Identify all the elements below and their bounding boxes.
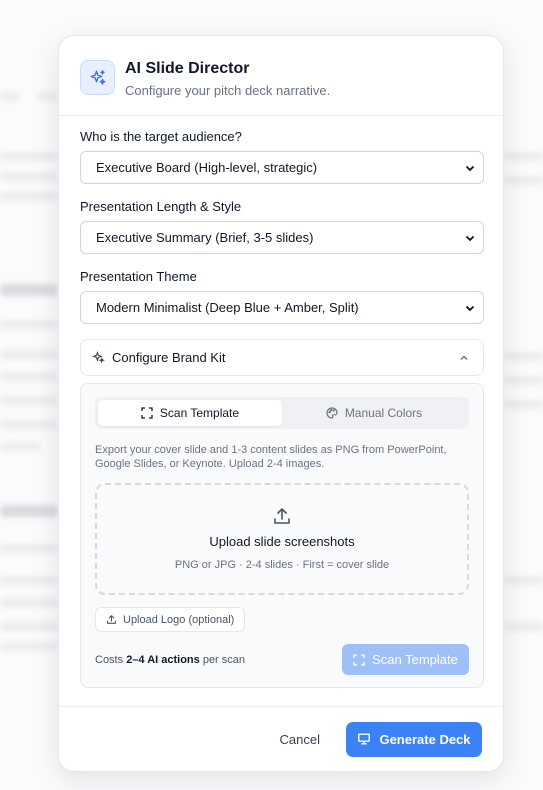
audience-label: Who is the target audience? [80, 129, 242, 144]
scan-help-text: Export your cover slide and 1-3 content … [95, 444, 447, 470]
scan-icon [141, 407, 153, 419]
length-style-select-value: Executive Summary (Brief, 3-5 slides) [96, 230, 314, 245]
scan-template-button-label: Scan Template [372, 652, 458, 667]
brand-kit-panel: Scan Template Manual Colors Export your … [80, 383, 484, 688]
cancel-button[interactable]: Cancel [280, 732, 320, 747]
length-style-select[interactable]: Executive Summary (Brief, 3-5 slides) [80, 221, 484, 254]
cost-prefix: Costs [95, 653, 127, 666]
cost-suffix: per scan [199, 653, 246, 666]
generate-deck-label: Generate Deck [379, 731, 471, 747]
tab-scan-template-label: Scan Template [159, 406, 240, 420]
cost-amount: 2–4 AI actions [126, 653, 200, 666]
scan-cost-text: Costs 2–4 AI actions per scan [95, 654, 245, 666]
upload-icon [274, 508, 290, 524]
chevron-down-icon [465, 235, 475, 241]
tab-manual-colors[interactable]: Manual Colors [282, 400, 466, 426]
screenshot-dropzone[interactable]: Upload slide screenshots PNG or JPG · 2-… [95, 483, 469, 595]
modal-subtitle: Configure your pitch deck narrative. [125, 83, 331, 98]
brand-kit-toggle-label: Configure Brand Kit [112, 350, 226, 365]
chevron-up-icon [460, 355, 468, 360]
dropzone-title: Upload slide screenshots [209, 534, 355, 549]
chevron-down-icon [465, 165, 475, 171]
sparkles-icon [80, 60, 115, 95]
tab-manual-colors-label: Manual Colors [344, 406, 423, 420]
theme-select-value: Modern Minimalist (Deep Blue + Amber, Sp… [96, 300, 359, 315]
scan-template-button[interactable]: Scan Template [342, 644, 469, 675]
chevron-down-icon [465, 305, 475, 311]
dropzone-subtitle: PNG or JPG · 2-4 slides · First = cover … [174, 559, 390, 571]
brand-kit-tabs: Scan Template Manual Colors [95, 397, 469, 429]
palette-icon [326, 407, 338, 419]
scan-icon [353, 653, 365, 666]
theme-select[interactable]: Modern Minimalist (Deep Blue + Amber, Sp… [80, 291, 484, 324]
modal-footer: Cancel Generate Deck [59, 706, 503, 771]
generate-deck-button[interactable]: Generate Deck [346, 721, 482, 757]
audience-select[interactable]: Executive Board (High-level, strategic) [80, 151, 484, 184]
scan-action-row: Costs 2–4 AI actions per scan Scan Templ… [95, 644, 469, 675]
modal-body: Who is the target audience? Executive Bo… [59, 116, 503, 688]
ai-slide-director-modal: AI Slide Director Configure your pitch d… [58, 35, 504, 772]
modal-header: AI Slide Director Configure your pitch d… [59, 36, 503, 116]
tab-scan-template[interactable]: Scan Template [98, 400, 282, 426]
brand-kit-toggle[interactable]: Configure Brand Kit [80, 339, 484, 376]
upload-logo-button[interactable]: Upload Logo (optional) [95, 607, 246, 632]
sparkles-icon [92, 351, 105, 364]
presentation-icon [358, 733, 371, 745]
upload-icon [107, 615, 116, 624]
upload-logo-label: Upload Logo (optional) [123, 613, 235, 626]
length-style-label: Presentation Length & Style [80, 199, 242, 214]
theme-label: Presentation Theme [80, 269, 197, 284]
audience-select-value: Executive Board (High-level, strategic) [96, 160, 318, 175]
modal-title: AI Slide Director [125, 60, 250, 77]
